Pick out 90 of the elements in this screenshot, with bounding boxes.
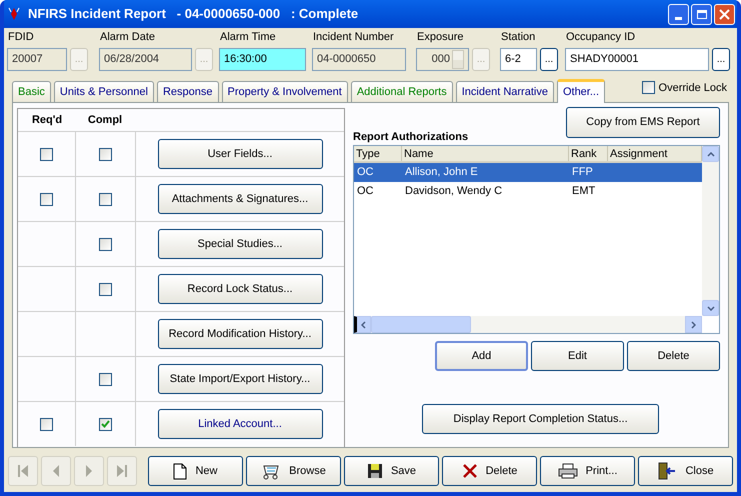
tab[interactable]: Additional Reports: [350, 81, 453, 102]
previous-icon: [52, 464, 60, 478]
section-button[interactable]: Linked Account...: [158, 409, 322, 439]
input-field[interactable]: SHADY00001: [565, 48, 709, 71]
field-label: FDID: [8, 30, 35, 45]
printer-icon: [558, 463, 578, 479]
scroll-down-icon: [706, 306, 714, 310]
list-cell-text: OC: [356, 165, 374, 180]
checkbox[interactable]: [99, 238, 112, 250]
field-label: Occupancy ID: [566, 30, 636, 45]
list-cell-text: EMT: [571, 184, 596, 200]
checkbox[interactable]: [99, 418, 112, 430]
toolbar-button[interactable]: Close: [638, 456, 733, 486]
checkbox[interactable]: [40, 418, 53, 430]
column-header: Compl: [86, 112, 124, 128]
section-button[interactable]: User Fields...: [158, 139, 322, 169]
column-header[interactable]: Name: [402, 146, 569, 161]
next-icon: [85, 464, 93, 478]
toolbar-button[interactable]: Print...: [540, 456, 635, 486]
horizontal-scrollbar[interactable]: [354, 316, 702, 333]
toolbar-button[interactable]: New: [148, 456, 243, 486]
cart-icon: [261, 462, 282, 480]
list-row[interactable]: OC Davidson, Wendy C EMT: [354, 182, 702, 201]
tab[interactable]: Other...: [556, 79, 606, 103]
copy-button[interactable]: Copy from EMS Report: [566, 107, 720, 138]
input-field[interactable]: 000: [416, 48, 469, 71]
field-label: Station: [501, 30, 536, 45]
completion-button[interactable]: Display Report Completion Status...: [422, 404, 659, 434]
close-button[interactable]: [714, 4, 735, 24]
checkbox[interactable]: [642, 81, 655, 94]
document-icon: [173, 462, 188, 480]
toolbar-button[interactable]: Save: [344, 456, 439, 486]
scroll-up-icon: [706, 152, 714, 156]
toolbar-button[interactable]: Browse: [246, 456, 341, 486]
minimize-button[interactable]: [668, 4, 689, 24]
checkbox[interactable]: [99, 282, 112, 296]
tab[interactable]: Incident Narrative: [456, 81, 554, 102]
input-field[interactable]: 6-2: [500, 48, 537, 71]
checkbox[interactable]: [40, 192, 53, 206]
section-title: Report Authorizations: [353, 130, 468, 144]
input-field[interactable]: 20007: [7, 48, 67, 71]
maximize-button[interactable]: [691, 4, 712, 24]
checkbox[interactable]: [99, 148, 112, 160]
list-cell-text: OC: [356, 184, 374, 200]
list-row[interactable]: OC Allison, John E FFP: [354, 163, 702, 182]
section-button[interactable]: Record Modification History...: [158, 319, 322, 349]
save-icon: [366, 463, 383, 479]
scroll-right-icon: [691, 320, 696, 328]
checkbox[interactable]: [99, 372, 112, 386]
first-icon: [17, 464, 29, 478]
input-field[interactable]: 16:30:00: [219, 48, 306, 71]
list-cell-text: FFP: [571, 165, 594, 180]
section-button[interactable]: Attachments & Signatures...: [158, 184, 322, 214]
list-cell-text: Allison, John E: [404, 165, 479, 180]
tab[interactable]: Basic: [12, 81, 51, 102]
input-field[interactable]: 06/28/2004: [99, 48, 192, 71]
list-view[interactable]: Type Name Rank Assignment OC Allison, John E FFP OC Davidson, Wendy C EMT: [353, 145, 720, 334]
app-icon: [6, 6, 22, 22]
section-button[interactable]: State Import/Export History...: [158, 364, 322, 394]
field-label: Alarm Date: [100, 30, 156, 45]
checkbox-label: Override Lock: [658, 80, 727, 96]
check-icon: [101, 420, 110, 428]
checkbox[interactable]: [40, 148, 53, 160]
section-button[interactable]: Special Studies...: [158, 229, 322, 259]
browse-button[interactable]: ...: [540, 48, 558, 71]
list-cell-text: Davidson, Wendy C: [404, 184, 504, 200]
last-icon: [116, 464, 128, 478]
list-action-button[interactable]: Edit: [531, 341, 624, 371]
tab[interactable]: Units & Personnel: [54, 81, 154, 102]
input-field[interactable]: 04-0000650: [312, 48, 406, 71]
exit-door-icon: [657, 462, 678, 480]
scroll-left-icon: [361, 320, 366, 328]
field-label: Incident Number: [313, 30, 395, 45]
column-header: Req'd: [30, 112, 64, 128]
close-icon: [719, 8, 730, 20]
tab[interactable]: Property & Involvement: [222, 81, 348, 102]
vertical-scrollbar[interactable]: [702, 146, 719, 316]
x-icon: [462, 463, 478, 479]
field-label: Exposure: [417, 30, 464, 45]
toolbar-button[interactable]: Delete: [442, 456, 537, 486]
column-header[interactable]: Type: [354, 146, 402, 161]
tab[interactable]: Response: [156, 81, 218, 102]
field-label: Alarm Time: [220, 30, 277, 45]
list-action-button[interactable]: Add: [435, 341, 528, 371]
column-header[interactable]: Rank: [569, 146, 608, 161]
window-title: NFIRS Incident Report - 04-0000650-000 : Complete: [28, 5, 358, 24]
checkbox[interactable]: [99, 192, 112, 206]
list-action-button[interactable]: Delete: [627, 341, 720, 371]
section-button[interactable]: Record Lock Status...: [158, 274, 322, 304]
browse-button[interactable]: ...: [712, 48, 730, 71]
